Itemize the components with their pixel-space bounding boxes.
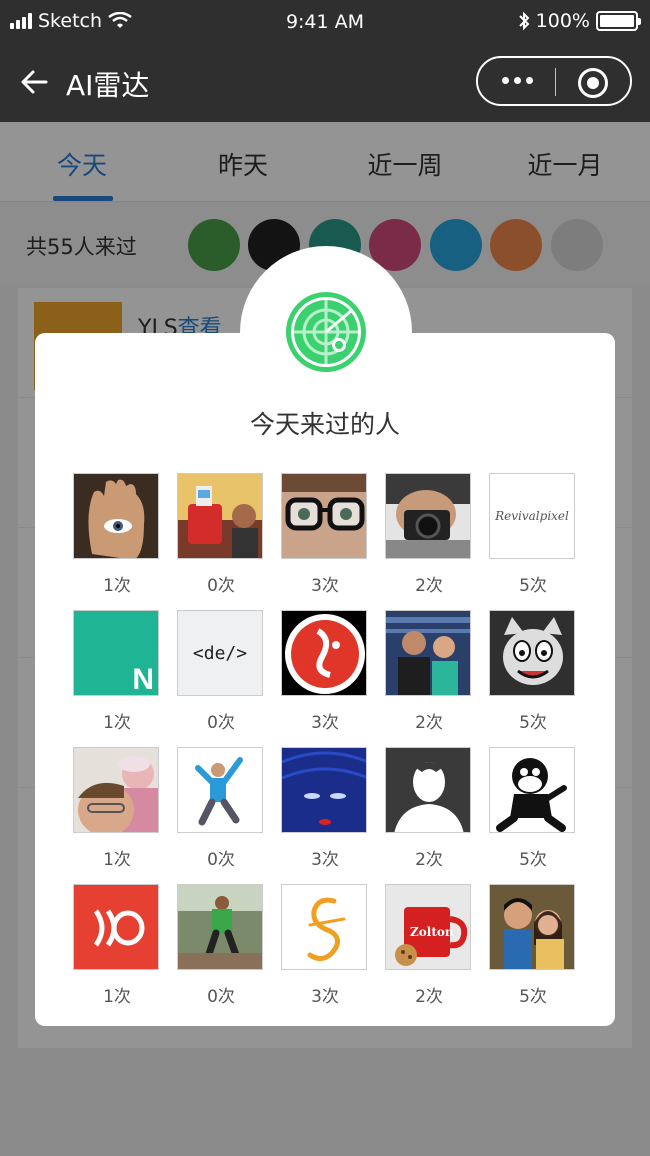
visitor-cell[interactable]: 2次	[385, 747, 473, 870]
visitor-avatar[interactable]	[385, 610, 471, 696]
visitor-avatar[interactable]	[177, 473, 263, 559]
visitor-cell[interactable]: <de/> 0次	[177, 610, 265, 733]
runner-icon	[178, 885, 262, 969]
visitor-cell[interactable]: 2次	[385, 473, 473, 596]
glasses-icon	[282, 474, 366, 558]
more-icon[interactable]	[502, 77, 533, 84]
status-bar: Sketch 9:41 AM 100%	[0, 8, 650, 38]
cartoon-cat-icon	[490, 611, 574, 695]
camera-icon	[386, 474, 470, 558]
radar-icon	[286, 292, 366, 372]
visitor-avatar[interactable]	[489, 610, 575, 696]
visitor-cell[interactable]: 3次	[281, 610, 369, 733]
page-title: AI雷达	[66, 69, 150, 102]
visit-count: 0次	[207, 713, 235, 733]
visitor-avatar[interactable]	[73, 884, 159, 970]
visit-count: 1次	[103, 850, 131, 870]
red-brand-logo-icon	[74, 885, 158, 969]
visitor-cell[interactable]: 0次	[177, 473, 265, 596]
bluetooth-icon	[518, 11, 530, 31]
visit-count: 0次	[207, 850, 235, 870]
visit-count: 2次	[415, 576, 443, 596]
visitor-avatar[interactable]: Zolton	[385, 884, 471, 970]
s-letter-logo-icon	[282, 885, 366, 969]
visitor-avatar[interactable]: Revivalpixel	[489, 473, 575, 559]
visit-count: 1次	[103, 987, 131, 1007]
top-bar: Sketch 9:41 AM 100% AI雷达	[0, 0, 650, 122]
selfie-icon	[74, 748, 158, 832]
visitors-modal: 今天来过的人 1次 0次 3次 2次 Revivalpixel 5次 N 1次 …	[35, 333, 615, 1026]
visitor-cell[interactable]: 5次	[489, 610, 577, 733]
visitor-avatar[interactable]	[385, 473, 471, 559]
visitor-avatar[interactable]	[73, 747, 159, 833]
visitor-cell[interactable]: 0次	[177, 884, 265, 1007]
visit-count: 0次	[207, 576, 235, 596]
visitor-avatar[interactable]	[177, 884, 263, 970]
visitor-cell[interactable]: 5次	[489, 884, 577, 1007]
visit-count: 1次	[103, 576, 131, 596]
visit-count: 5次	[519, 576, 547, 596]
visitor-avatar[interactable]	[281, 610, 367, 696]
visitor-cell[interactable]: 2次	[385, 610, 473, 733]
n-logo: N	[132, 663, 154, 696]
visitor-cell[interactable]: 1次	[73, 473, 161, 596]
visitor-cell[interactable]: 3次	[281, 473, 369, 596]
visitor-avatar[interactable]	[281, 884, 367, 970]
mini-program-capsule	[476, 56, 632, 106]
visitor-cell[interactable]: Revivalpixel 5次	[489, 473, 577, 596]
visit-count: 3次	[311, 576, 339, 596]
visitor-cell[interactable]: 3次	[281, 884, 369, 1007]
visitor-avatar[interactable]	[385, 747, 471, 833]
nav-bar: AI雷达	[0, 52, 650, 112]
felix-cat-icon	[490, 748, 574, 832]
back-arrow-icon[interactable]	[18, 66, 50, 98]
visit-count: 5次	[519, 713, 547, 733]
couple-selfie-icon	[490, 885, 574, 969]
visit-count: 3次	[311, 713, 339, 733]
modal-title: 今天来过的人	[249, 410, 400, 439]
visitor-avatar[interactable]	[489, 884, 575, 970]
close-target-icon[interactable]	[578, 68, 608, 98]
battery-icon	[596, 11, 641, 31]
visitor-avatar[interactable]: <de/>	[177, 610, 263, 696]
visit-count: 5次	[519, 987, 547, 1007]
visit-count: 2次	[415, 987, 443, 1007]
visitor-cell[interactable]: 3次	[281, 747, 369, 870]
del-logo: <de/>	[192, 642, 248, 664]
eye-hand-icon	[74, 474, 158, 558]
revivalpixel-logo: Revivalpixel	[495, 509, 569, 523]
jumping-person-icon	[178, 748, 262, 832]
visitor-avatar[interactable]	[73, 473, 159, 559]
visitor-cell[interactable]: Zolton 2次	[385, 884, 473, 1007]
visitor-avatar[interactable]	[281, 473, 367, 559]
red-circle-logo-icon	[282, 611, 366, 695]
blue-face-icon	[282, 748, 366, 832]
visitor-cell[interactable]: 5次	[489, 747, 577, 870]
visitor-cell[interactable]: 1次	[73, 884, 161, 1007]
robot-icon	[178, 474, 262, 558]
visitor-avatar[interactable]	[489, 747, 575, 833]
zolton-label: Zolton	[410, 925, 454, 939]
couple-icon	[386, 611, 470, 695]
default-avatar-icon	[386, 748, 470, 832]
visitor-cell[interactable]: N 1次	[73, 610, 161, 733]
visit-count: 2次	[415, 713, 443, 733]
visit-count: 3次	[311, 850, 339, 870]
visit-count: 3次	[311, 987, 339, 1007]
visit-count: 0次	[207, 987, 235, 1007]
visitor-cell[interactable]: 0次	[177, 747, 265, 870]
visitor-avatar[interactable]	[177, 747, 263, 833]
visit-count: 1次	[103, 713, 131, 733]
visit-count: 5次	[519, 850, 547, 870]
battery-label: 100%	[535, 10, 590, 32]
visitor-avatar[interactable]: N	[73, 610, 159, 696]
visit-count: 2次	[415, 850, 443, 870]
visitor-avatar[interactable]	[281, 747, 367, 833]
visitor-cell[interactable]: 1次	[73, 747, 161, 870]
